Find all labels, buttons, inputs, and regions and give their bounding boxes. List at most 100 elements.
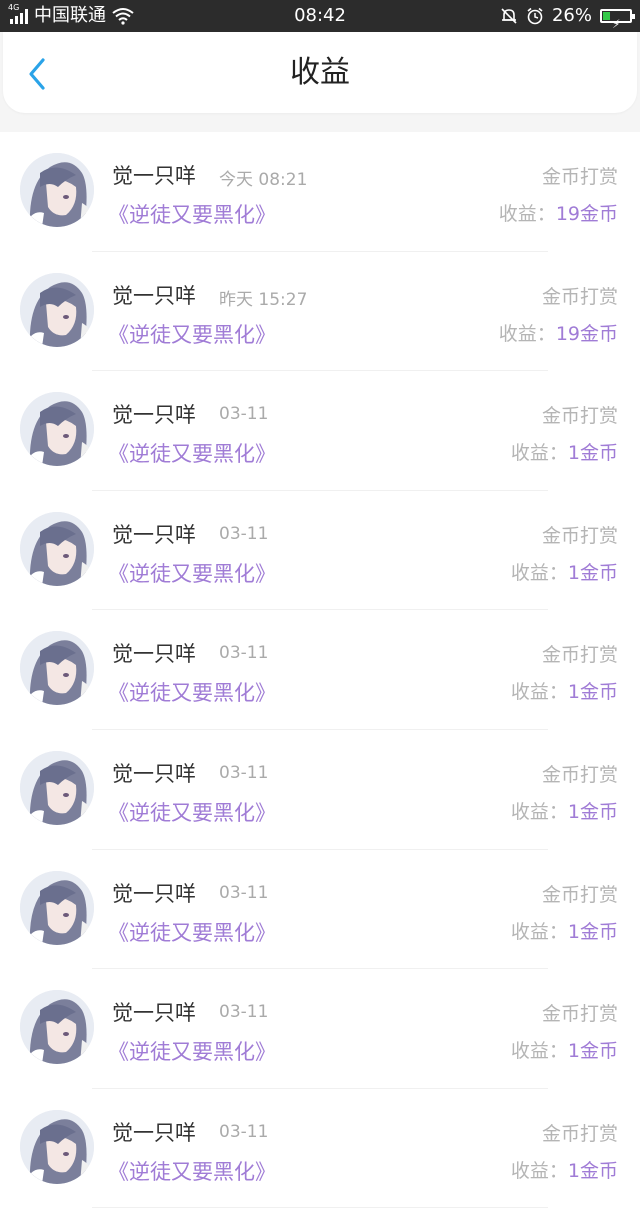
earning-label: 收益： (510, 1040, 568, 1063)
avatar (20, 511, 94, 586)
avatar (20, 272, 94, 347)
user-name: 觉一只咩 (112, 522, 196, 547)
list-item[interactable]: 觉一只咩 03-11 《逆徒又要黑化》 金币打赏 收益：1金币 (0, 969, 640, 1089)
earning-value: 19金币 (555, 203, 618, 225)
user-name: 觉一只咩 (112, 881, 196, 906)
earning-amount: 收益：1金币 (511, 797, 618, 824)
avatar (20, 990, 94, 1065)
battery-fill (603, 12, 610, 20)
avatar-illustration (20, 750, 94, 825)
header-area: 收益 (0, 32, 640, 132)
timestamp: 今天 08:21 (219, 170, 308, 190)
earning-amount: 收益：1金币 (511, 1156, 618, 1183)
user-name: 觉一只咩 (112, 1120, 196, 1145)
earning-amount: 收益：1金币 (511, 438, 618, 465)
earning-value: 1金币 (567, 920, 618, 943)
avatar-illustration (20, 272, 94, 347)
timestamp: 03-11 (219, 1121, 269, 1142)
avatar (20, 392, 94, 467)
earning-type: 金币打赏 (541, 1003, 618, 1026)
earning-value: 1金币 (567, 1040, 618, 1063)
earning-type: 金币打赏 (541, 883, 618, 906)
earning-type: 金币打赏 (541, 285, 618, 308)
earning-value: 1金币 (567, 1159, 618, 1182)
book-title[interactable]: 《逆徒又要黑化》 (108, 438, 276, 468)
avatar-illustration (20, 1109, 94, 1184)
timestamp: 03-11 (219, 404, 269, 425)
status-right: 26% ⚡ (500, 0, 635, 32)
earning-label: 收益： (510, 920, 568, 943)
earning-amount: 收益：19金币 (499, 199, 618, 226)
earning-value: 1金币 (567, 681, 618, 704)
list-item[interactable]: 觉一只咩 03-11 《逆徒又要黑化》 金币打赏 收益：1金币 (0, 850, 640, 970)
list-item[interactable]: 觉一只咩 03-11 《逆徒又要黑化》 金币打赏 收益：1金币 (0, 371, 640, 491)
list-item[interactable]: 觉一只咩 03-11 《逆徒又要黑化》 金币打赏 收益：1金币 (0, 610, 640, 730)
timestamp: 昨天 15:27 (219, 289, 308, 310)
book-title[interactable]: 《逆徒又要黑化》 (108, 797, 276, 827)
avatar-illustration (20, 392, 94, 467)
book-title[interactable]: 《逆徒又要黑化》 (108, 1156, 276, 1186)
timestamp: 03-11 (219, 643, 269, 664)
earning-type: 金币打赏 (541, 1122, 618, 1145)
earning-type: 金币打赏 (541, 644, 618, 667)
earning-label: 收益： (510, 681, 568, 704)
list-item[interactable]: 觉一只咩 03-11 《逆徒又要黑化》 金币打赏 收益：1金币 (0, 1089, 640, 1208)
avatar-illustration (20, 990, 94, 1065)
earning-value: 1金币 (567, 800, 618, 823)
list-item[interactable]: 觉一只咩 03-11 《逆徒又要黑化》 金币打赏 收益：1金币 (0, 730, 640, 850)
earning-label: 收益： (498, 322, 556, 345)
earning-amount: 收益：1金币 (511, 677, 618, 704)
earning-label: 收益： (510, 442, 568, 465)
avatar-illustration (20, 511, 94, 586)
book-title[interactable]: 《逆徒又要黑化》 (108, 319, 276, 349)
book-title[interactable]: 《逆徒又要黑化》 (108, 1036, 276, 1066)
earning-amount: 收益：19金币 (499, 319, 618, 346)
list-item[interactable]: 觉一只咩 今天 08:21 《逆徒又要黑化》 金币打赏 收益：19金币 (0, 132, 640, 252)
timestamp: 03-11 (219, 1002, 269, 1023)
book-title[interactable]: 《逆徒又要黑化》 (108, 917, 276, 947)
user-name: 觉一只咩 (112, 283, 196, 308)
list-item[interactable]: 觉一只咩 03-11 《逆徒又要黑化》 金币打赏 收益：1金币 (0, 491, 640, 611)
battery-icon: ⚡ (600, 9, 635, 31)
user-name: 觉一只咩 (112, 761, 196, 786)
earning-label: 收益： (510, 1159, 568, 1182)
earning-amount: 收益：1金币 (511, 1036, 618, 1063)
book-title[interactable]: 《逆徒又要黑化》 (108, 558, 276, 588)
earning-amount: 收益：1金币 (511, 917, 618, 944)
earning-type: 金币打赏 (541, 405, 618, 428)
page-title: 收益 (290, 55, 350, 90)
book-title[interactable]: 《逆徒又要黑化》 (108, 677, 276, 707)
earnings-list: 觉一只咩 今天 08:21 《逆徒又要黑化》 金币打赏 收益：19金币 觉一只咩… (0, 132, 640, 1208)
earning-amount: 收益：1金币 (511, 558, 618, 585)
timestamp: 03-11 (219, 762, 269, 783)
earning-value: 19金币 (555, 322, 618, 345)
earning-label: 收益： (510, 561, 568, 584)
book-title[interactable]: 《逆徒又要黑化》 (108, 199, 276, 229)
status-bar: 4G 中国联通 08:42 26% ⚡ (0, 0, 640, 32)
earning-type: 金币打赏 (541, 524, 618, 547)
alarm-icon (527, 7, 543, 25)
battery-percent: 26% (551, 5, 592, 26)
bell-muted-icon (501, 8, 517, 24)
timestamp: 03-11 (219, 882, 269, 903)
user-name: 觉一只咩 (112, 164, 196, 188)
earning-label: 收益： (498, 203, 556, 225)
user-name: 觉一只咩 (112, 642, 196, 667)
earning-value: 1金币 (567, 561, 618, 584)
earning-type: 金币打赏 (541, 166, 618, 188)
earning-type: 金币打赏 (541, 763, 618, 786)
earning-label: 收益： (510, 800, 568, 823)
avatar (20, 153, 94, 227)
list-item[interactable]: 觉一只咩 昨天 15:27 《逆徒又要黑化》 金币打赏 收益：19金币 (0, 252, 640, 372)
user-name: 觉一只咩 (112, 403, 196, 428)
avatar (20, 1109, 94, 1184)
avatar (20, 870, 94, 945)
earning-value: 1金币 (567, 442, 618, 465)
avatar (20, 750, 94, 825)
timestamp: 03-11 (219, 523, 269, 544)
avatar (20, 631, 94, 706)
user-name: 觉一只咩 (112, 1001, 196, 1026)
avatar-illustration (20, 870, 94, 945)
avatar-illustration (20, 631, 94, 706)
nav-header: 收益 (3, 32, 637, 113)
